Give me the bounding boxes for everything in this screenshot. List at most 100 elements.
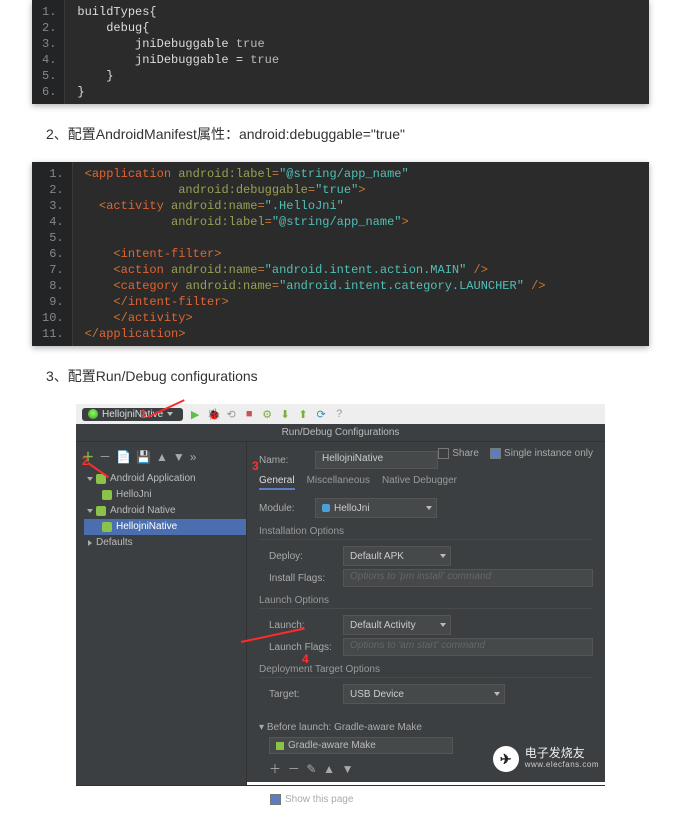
copy-config-button[interactable]: 📄 [116, 450, 131, 464]
up-button[interactable]: ▲ [156, 450, 168, 464]
watermark-url: www.elecfans.com [525, 759, 599, 771]
t: application [99, 327, 178, 341]
t: category [121, 279, 179, 293]
tab-native-debugger[interactable]: Native Debugger [382, 475, 457, 490]
single-instance-checkbox[interactable] [490, 448, 501, 459]
launch-flags-label: Launch Flags: [269, 642, 343, 653]
remove-config-button[interactable]: － [99, 448, 111, 465]
deploy-value: Default APK [350, 551, 404, 562]
target-select[interactable]: USB Device [343, 684, 505, 704]
bl-down[interactable]: ▼ [342, 762, 354, 776]
chevron-down-icon [494, 692, 500, 696]
tree-item-hellojni[interactable]: HelloJni [84, 487, 246, 503]
single-label: Single instance only [504, 448, 593, 459]
toolbar-icon[interactable]: ⬇ [279, 408, 291, 421]
code-body: buildTypes{ debug{ jniDebuggable true jn… [65, 0, 291, 104]
line-no: 1. [42, 166, 64, 182]
line-no: 6. [42, 84, 56, 100]
dialog-title: Run/Debug Configurations [76, 424, 605, 441]
bl-add[interactable]: ＋ [269, 762, 281, 776]
bl-up[interactable]: ▲ [323, 762, 335, 776]
deploy-select[interactable]: Default APK [343, 546, 451, 566]
tree-label: HelloJni [116, 487, 152, 503]
bug-icon [88, 409, 98, 419]
toolbar-icon[interactable]: ⚙ [261, 408, 273, 421]
code-text: } [77, 69, 113, 83]
line-no: 2. [42, 182, 64, 198]
toolbar-icon[interactable]: ? [333, 408, 345, 420]
tree-item-android-app[interactable]: Android Application [84, 471, 246, 487]
tab-general[interactable]: General [259, 475, 295, 490]
deploy-target-title: Deployment Target Options [259, 664, 593, 678]
line-no: 5. [42, 230, 64, 246]
launch-flags-input[interactable]: Options to 'am start' command [343, 638, 593, 656]
watermark-logo-icon: ✈ [493, 746, 519, 772]
code-block-buildtypes: 1. 2. 3. 4. 5. 6. buildTypes{ debug{ jni… [32, 0, 649, 104]
line-no: 10. [42, 310, 64, 326]
ide-toolbar: HellojniNative ▶ 🐞 ⟲ ■ ⚙ ⬇ ⬆ ⟳ ? [76, 404, 605, 424]
line-no: 5. [42, 68, 56, 84]
line-no: 3. [42, 198, 64, 214]
step-2-text: 2、配置AndroidManifest属性：android:debuggable… [46, 124, 635, 144]
t: application [92, 167, 171, 181]
config-tree: Android Application HelloJni Android Nat… [76, 469, 246, 551]
code-block-manifest: 1. 2. 3. 4. 5. 6. 7. 8. 9. 10. 11. <appl… [32, 162, 649, 346]
t: android:name [185, 279, 271, 293]
tab-miscellaneous[interactable]: Miscellaneous [307, 475, 370, 490]
tabs: General Miscellaneous Native Debugger [259, 475, 593, 490]
share-checkbox[interactable] [438, 448, 449, 459]
before-launch-label: ▾ Before launch: Gradle-aware Make [259, 722, 593, 733]
code-text: } [77, 85, 84, 99]
bl-remove[interactable]: － [288, 762, 300, 776]
module-select[interactable]: HelloJni [315, 498, 437, 518]
tree-toolbar: ＋ － 📄 💾 ▲ ▼ » [76, 446, 246, 469]
line-no: 3. [42, 36, 56, 52]
dialog-footer: Show this page [76, 785, 605, 813]
toolbar-icon[interactable]: ⟲ [225, 408, 237, 421]
module-label: Module: [259, 503, 315, 514]
t: "android.intent.category.LAUNCHER" [279, 279, 524, 293]
tree-item-defaults[interactable]: Defaults [84, 535, 246, 551]
tree-settings-button[interactable]: » [190, 450, 197, 464]
android-icon [102, 522, 112, 532]
sync-icon[interactable]: ⟳ [315, 408, 327, 421]
save-config-button[interactable]: 💾 [136, 450, 151, 464]
down-button[interactable]: ▼ [173, 450, 185, 464]
run-config-selector[interactable]: HellojniNative [82, 408, 183, 421]
t: "android.intent.action.MAIN" [265, 263, 467, 277]
t: intent-filter [121, 247, 215, 261]
t: "true" [315, 183, 358, 197]
show-this-page-checkbox[interactable] [270, 794, 281, 805]
code-text: true [236, 37, 265, 51]
code-text: jniDebuggable [77, 37, 235, 51]
tree-label: Defaults [96, 535, 133, 551]
play-icon[interactable]: ▶ [189, 408, 201, 421]
toolbar-icon[interactable]: ⬆ [297, 408, 309, 421]
name-input[interactable]: HellojniNative [315, 451, 438, 469]
bl-edit[interactable]: ✎ [306, 762, 316, 776]
add-config-button[interactable]: ＋ [82, 448, 94, 465]
tree-label: HellojniNative [116, 519, 177, 535]
chevron-down-icon [167, 412, 173, 416]
chevron-down-icon [426, 506, 432, 510]
line-no: 4. [42, 52, 56, 68]
t: action [121, 263, 164, 277]
gutter: 1. 2. 3. 4. 5. 6. 7. 8. 9. 10. 11. [32, 162, 73, 346]
t: android:label [178, 167, 272, 181]
chevron-down-icon [440, 554, 446, 558]
install-flags-input[interactable]: Options to 'pm install' command [343, 569, 593, 587]
before-launch-item[interactable]: Gradle-aware Make [269, 737, 453, 754]
launch-label: Launch: [269, 620, 343, 631]
gutter: 1. 2. 3. 4. 5. 6. [32, 0, 65, 104]
debug-icon[interactable]: 🐞 [207, 408, 219, 421]
stop-icon[interactable]: ■ [243, 408, 255, 420]
deploy-label: Deploy: [269, 551, 343, 562]
tree-item-android-native[interactable]: Android Native [84, 503, 246, 519]
expand-icon [88, 540, 92, 546]
line-no: 8. [42, 278, 64, 294]
tree-item-hellojni-native[interactable]: HellojniNative [84, 519, 246, 535]
step-3-text: 3、配置Run/Debug configurations [46, 366, 635, 386]
launch-select[interactable]: Default Activity [343, 615, 451, 635]
t: android:label [171, 215, 265, 229]
t: "@string/app_name" [272, 215, 402, 229]
